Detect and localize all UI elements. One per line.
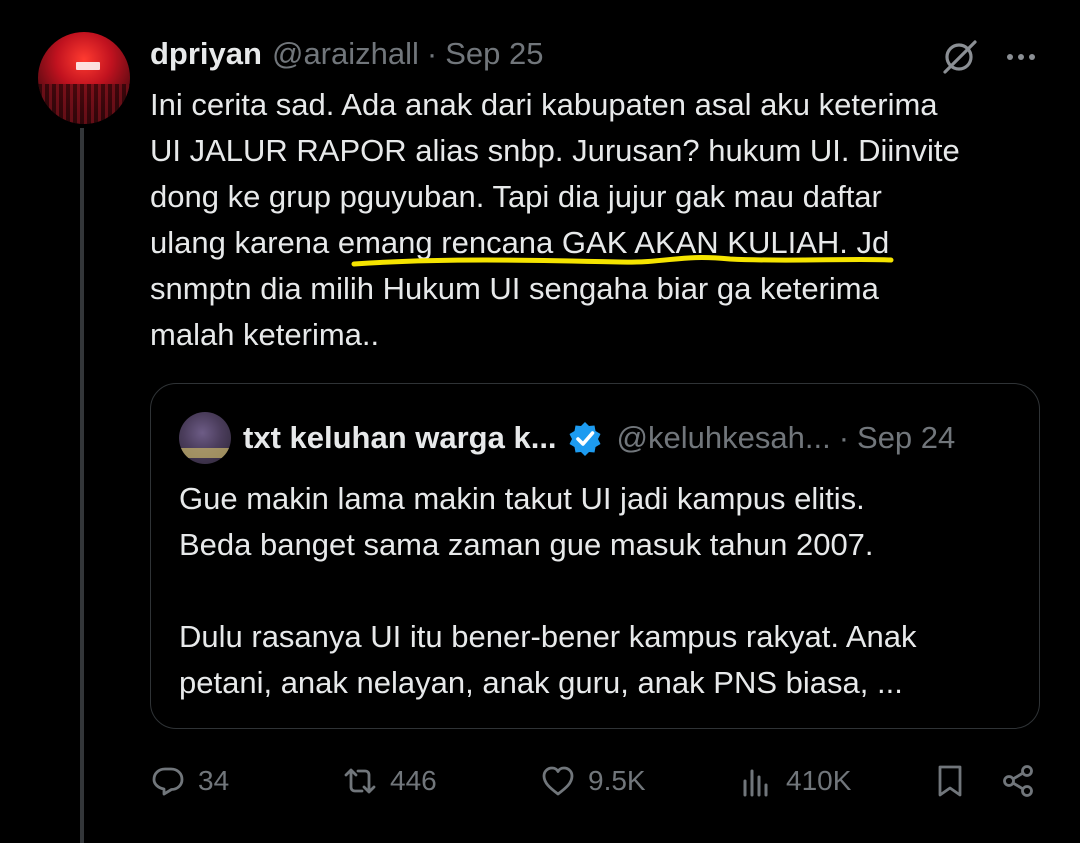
author-handle[interactable]: @araizhall xyxy=(272,36,419,72)
quote-header: txt keluhan warga k... @keluhkesah... · … xyxy=(243,416,955,460)
quote-author-name[interactable]: txt keluhan warga k... xyxy=(243,420,557,456)
bookmark-icon xyxy=(938,765,962,797)
like-count: 9.5K xyxy=(588,765,646,796)
heart-icon xyxy=(542,766,574,796)
reply-count: 34 xyxy=(198,765,230,796)
more-icon[interactable] xyxy=(1000,36,1042,78)
reply-button[interactable]: 34 xyxy=(150,756,229,806)
author-name[interactable]: dpriyan xyxy=(150,36,262,72)
share-button[interactable] xyxy=(1000,756,1036,806)
thread-line xyxy=(80,128,84,843)
highlight-underline xyxy=(351,255,894,267)
quote-text-line: petani, anak nelayan, anak guru, anak PN… xyxy=(179,665,903,700)
share-icon xyxy=(1003,765,1033,797)
tweet-text-line: UI JALUR RAPOR alias snbp. Jurusan? huku… xyxy=(150,133,960,168)
tweet-text-line: malah keterima.. xyxy=(150,317,380,352)
views-count: 410K xyxy=(786,765,852,796)
reply-icon xyxy=(152,767,184,796)
tweet-text-line: dong ke grup pguyuban. Tapi dia jujur ga… xyxy=(150,179,882,214)
like-button[interactable]: 9.5K xyxy=(540,756,646,806)
action-bar: 34 446 9.5K 410K xyxy=(150,756,1040,806)
grok-icon[interactable] xyxy=(938,36,980,78)
quote-author-handle[interactable]: @keluhkesah... xyxy=(617,420,831,456)
quoted-tweet[interactable]: txt keluhan warga k... @keluhkesah... · … xyxy=(150,383,1040,729)
bookmark-button[interactable] xyxy=(932,756,968,806)
tweet-date[interactable]: Sep 25 xyxy=(445,36,543,72)
tweet-text: Ini cerita sad. Ada anak dari kabupaten … xyxy=(150,82,1050,358)
views-button[interactable]: 410K xyxy=(738,756,851,806)
quote-text: Gue makin lama makin takut UI jadi kampu… xyxy=(179,476,1019,706)
separator-dot: · xyxy=(426,36,438,71)
author-avatar[interactable] xyxy=(38,32,130,124)
views-icon xyxy=(743,769,768,797)
repost-icon xyxy=(344,768,376,794)
quote-date[interactable]: Sep 24 xyxy=(857,420,955,456)
separator-dot: · xyxy=(838,420,850,455)
verified-badge-icon xyxy=(569,422,601,456)
repost-button[interactable]: 446 xyxy=(342,756,437,806)
quote-text-line: Gue makin lama makin takut UI jadi kampu… xyxy=(179,481,865,516)
repost-count: 446 xyxy=(390,765,437,796)
quote-text-line: Beda banget sama zaman gue masuk tahun 2… xyxy=(179,527,874,562)
tweet-text-line: Ini cerita sad. Ada anak dari kabupaten … xyxy=(150,87,938,122)
tweet-header: dpriyan @araizhall · Sep 25 xyxy=(150,34,543,74)
quote-author-avatar[interactable] xyxy=(179,412,231,464)
quote-text-line: Dulu rasanya UI itu bener-bener kampus r… xyxy=(179,619,917,654)
